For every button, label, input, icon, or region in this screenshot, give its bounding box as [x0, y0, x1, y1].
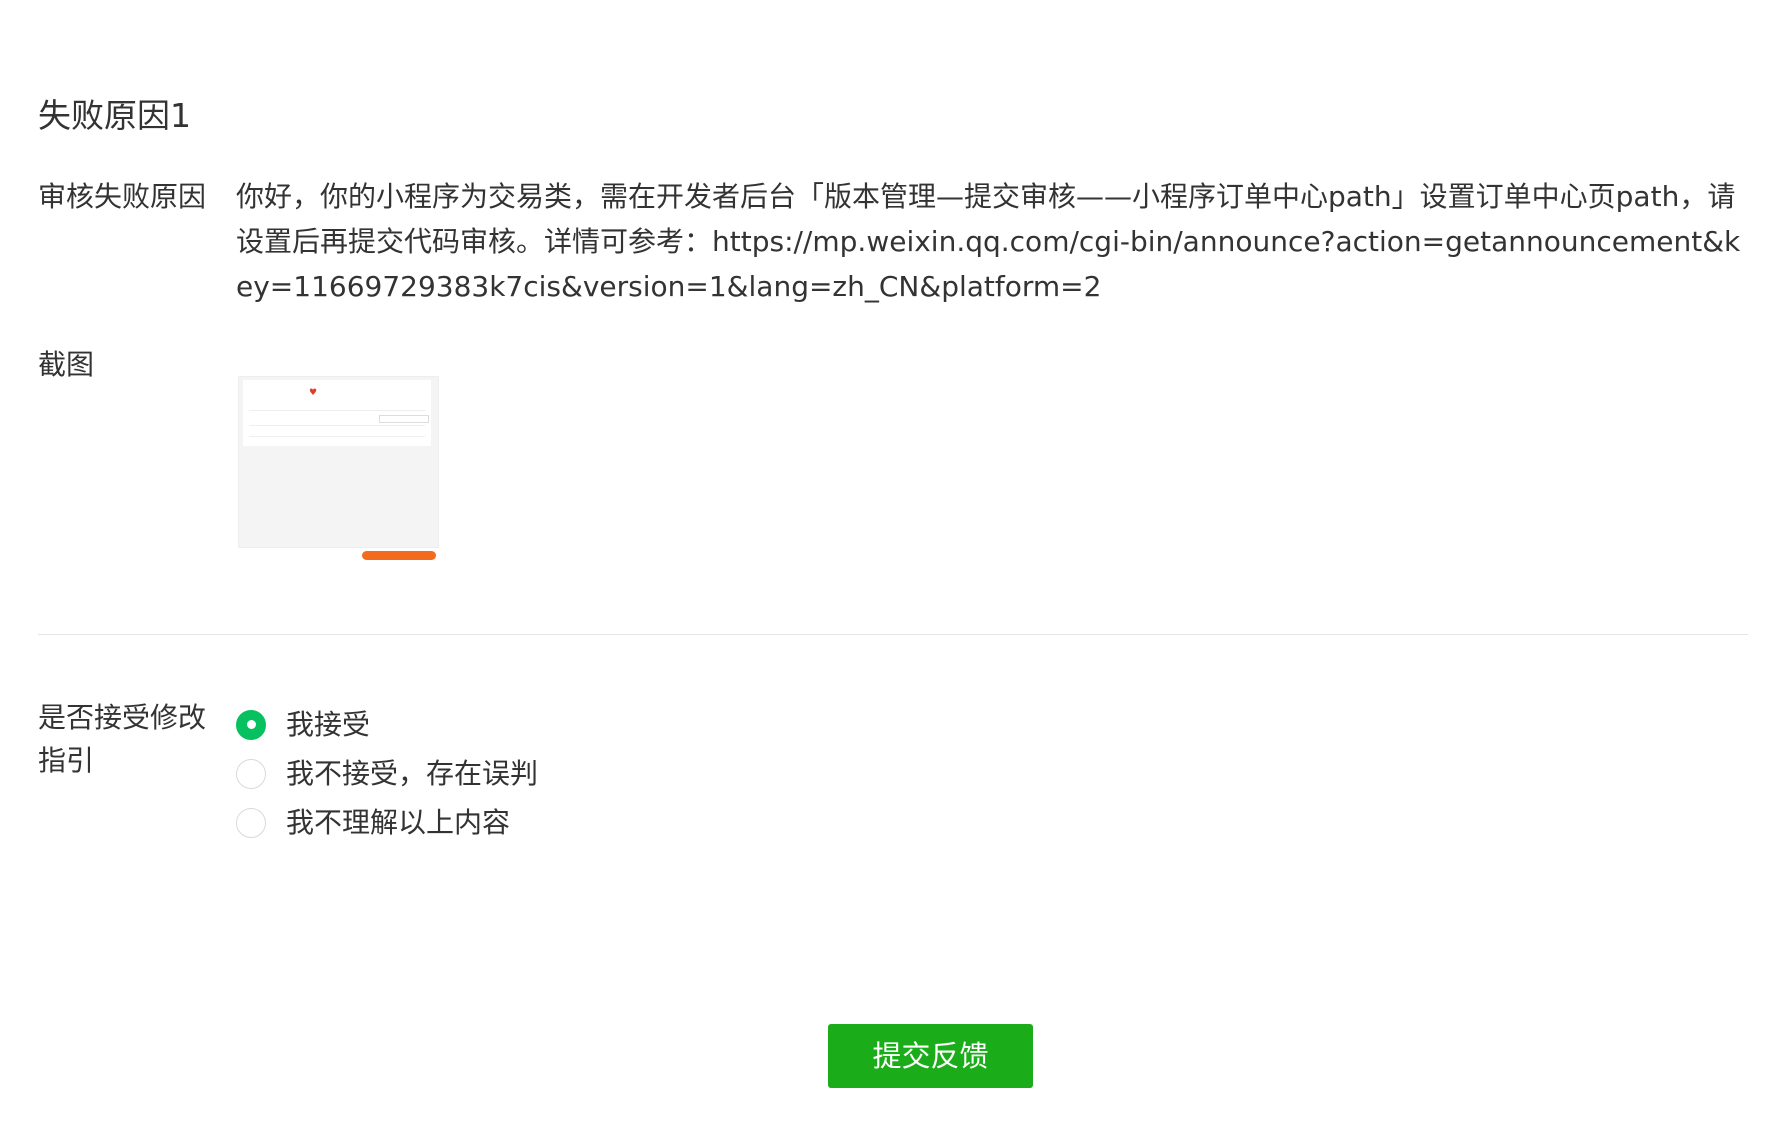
thumbnail-divider [249, 436, 425, 437]
radio-unchecked-icon[interactable] [236, 807, 266, 838]
radio-option-accept[interactable]: 我接受 [236, 700, 538, 749]
radio-option-not-understood[interactable]: 我不理解以上内容 [236, 798, 538, 847]
thumbnail-divider [249, 425, 425, 426]
thumbnail-card: ♥ [243, 380, 431, 446]
screenshot-thumbnail[interactable]: ♥ [236, 366, 441, 562]
reason-label: 审核失败原因 [38, 180, 207, 213]
radio-label: 我接受 [286, 707, 371, 741]
thumbnail-orange-button [362, 551, 436, 560]
radio-label: 我不接受，存在误判 [286, 756, 539, 790]
radio-label: 我不理解以上内容 [286, 805, 511, 839]
thumbnail-body: ♥ [238, 376, 439, 548]
accept-radio-group: 我接受 我不接受，存在误判 我不理解以上内容 [236, 700, 538, 847]
thumbnail-stepper [379, 415, 429, 423]
thumbnail-divider [249, 410, 425, 411]
screenshot-label: 截图 [38, 348, 95, 381]
reason-text: 你好，你的小程序为交易类，需在开发者后台「版本管理—提交审核——小程序订单中心p… [236, 180, 1741, 303]
submit-feedback-button[interactable]: 提交反馈 [828, 1024, 1033, 1088]
accept-label: 是否接受修改指引 [38, 701, 207, 777]
radio-unchecked-icon[interactable] [236, 758, 266, 789]
heart-icon: ♥ [309, 388, 318, 398]
radio-option-misjudged[interactable]: 我不接受，存在误判 [236, 749, 538, 798]
section-title: 失败原因1 [38, 96, 191, 135]
section-divider [38, 634, 1748, 635]
radio-checked-icon[interactable] [236, 709, 266, 740]
